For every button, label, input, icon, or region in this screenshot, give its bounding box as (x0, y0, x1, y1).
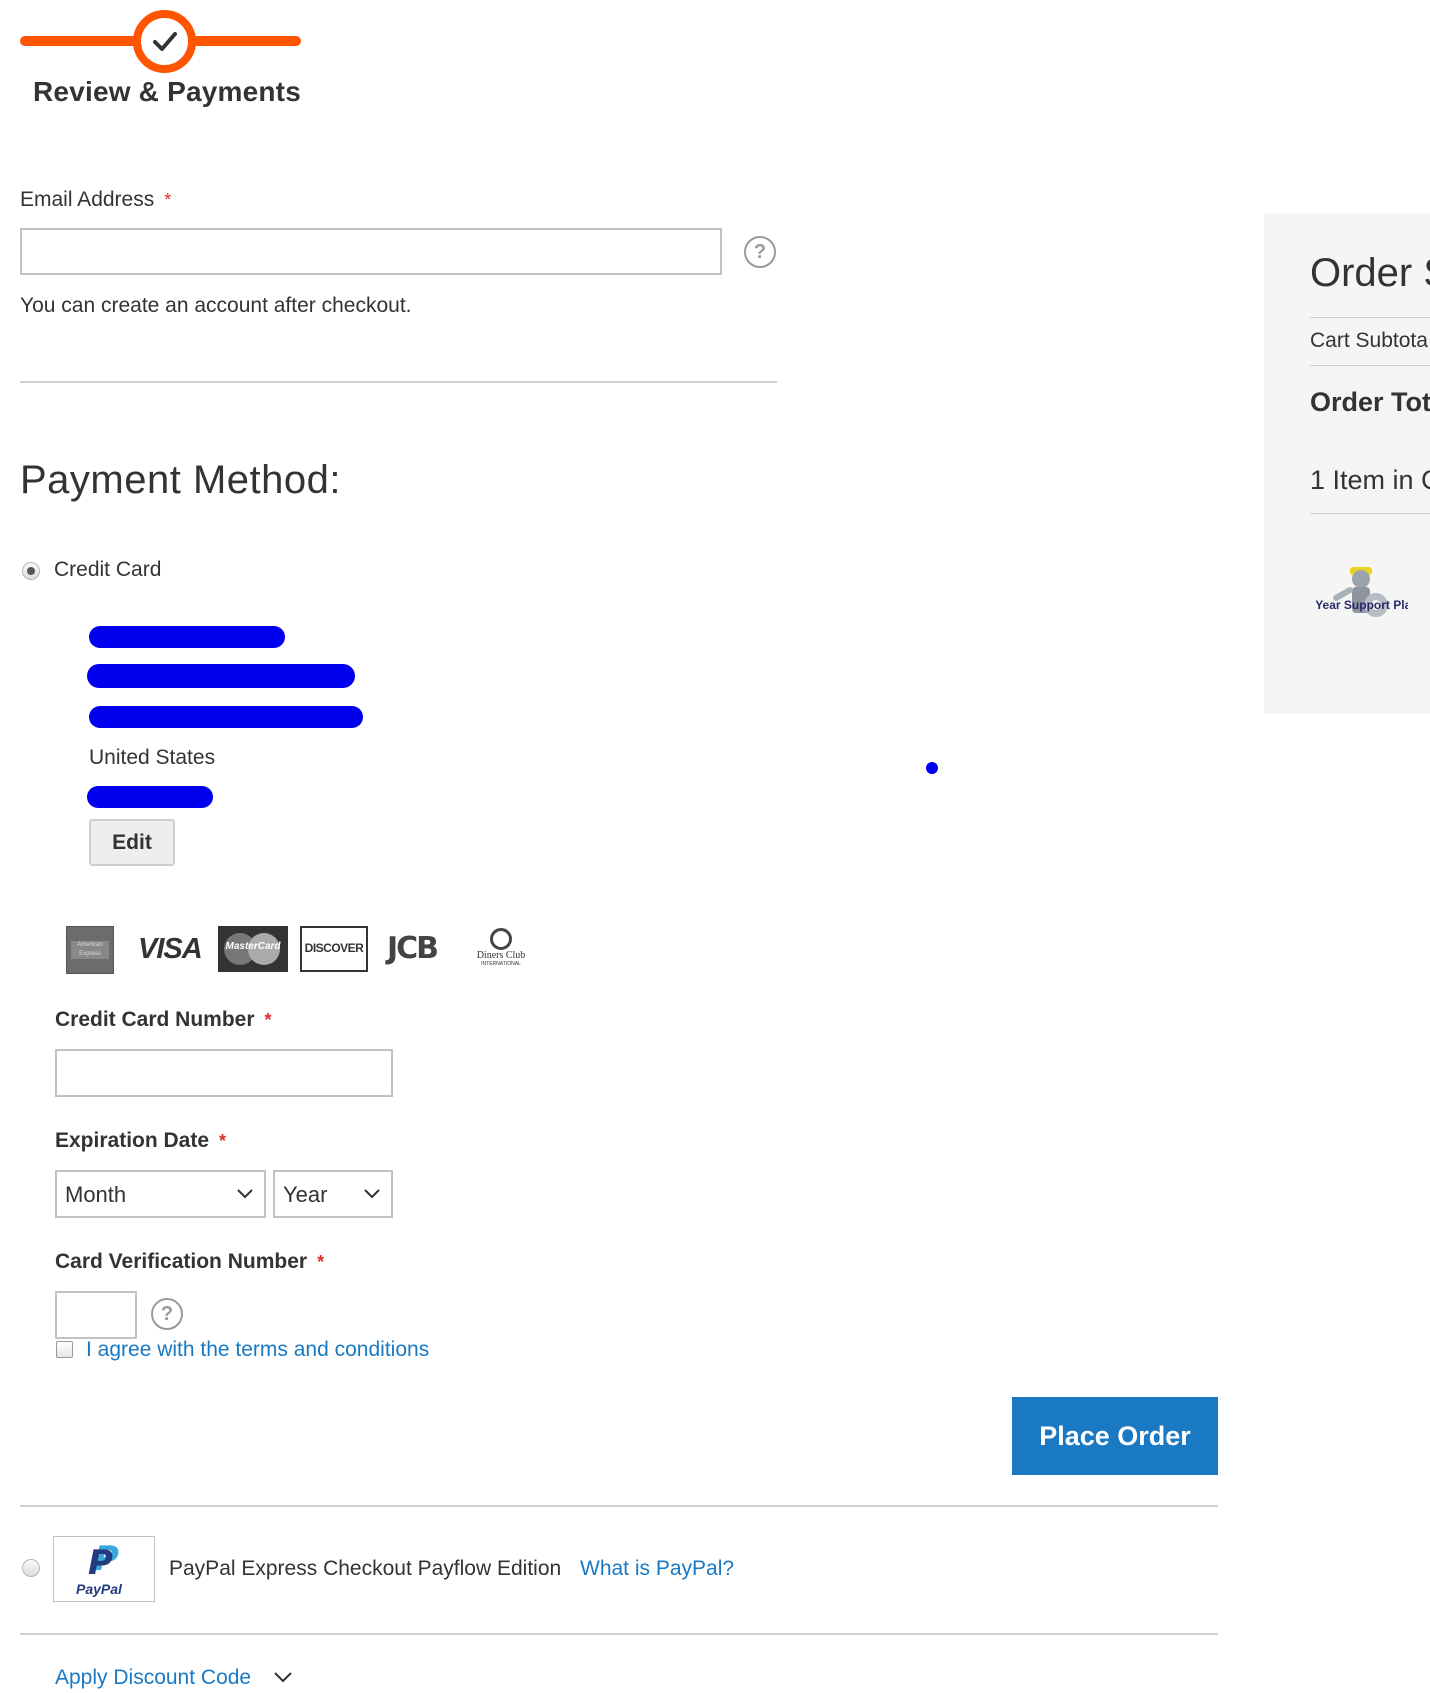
help-icon[interactable]: ? (744, 236, 776, 268)
email-field[interactable] (20, 228, 722, 275)
checkmark-icon (153, 32, 177, 51)
cvv-label: Card Verification Number * (55, 1250, 325, 1273)
what-is-paypal-link[interactable]: What is PayPal? (580, 1557, 734, 1581)
dot-marker (926, 762, 938, 774)
credit-card-label[interactable]: Credit Card (54, 558, 161, 582)
divider (1310, 365, 1430, 366)
credit-card-radio[interactable] (22, 562, 40, 580)
required-mark: * (219, 1131, 227, 1151)
redacted-address-line (87, 664, 355, 688)
required-mark: * (317, 1252, 325, 1272)
visa-logo: VISA (138, 933, 203, 965)
chevron-down-icon (237, 1189, 253, 1199)
jcb-logo: JCB (387, 931, 439, 966)
order-total-label: Order Tot (1310, 387, 1430, 417)
expiration-month-select[interactable]: Month (55, 1170, 266, 1218)
paypal-radio[interactable] (22, 1559, 40, 1577)
account-note: You can create an account after checkout… (20, 294, 412, 317)
section-divider (20, 1505, 1218, 1507)
card-number-input[interactable] (55, 1049, 393, 1097)
amex-logo-text: American Express (71, 941, 109, 959)
expiration-year-select[interactable]: Year (273, 1170, 393, 1218)
paypal-logo: PP PayPal (53, 1536, 155, 1602)
redacted-address-line (89, 706, 363, 728)
card-number-label: Credit Card Number * (55, 1008, 272, 1031)
redacted-address-line (89, 626, 285, 648)
paypal-label[interactable]: PayPal Express Checkout Payflow Edition (169, 1557, 561, 1581)
cvv-help-icon[interactable]: ? (151, 1298, 183, 1330)
section-divider (20, 381, 777, 383)
payment-method-title: Payment Method: (20, 458, 341, 502)
product-thumbnail: 2 Year Support Plan (1316, 567, 1408, 617)
order-summary: Order S Cart Subtota Order Tot 1 Item in… (1264, 213, 1430, 714)
discover-logo: DISCOVER (300, 926, 368, 972)
items-in-cart-toggle[interactable]: 1 Item in C (1310, 465, 1430, 496)
svg-text:2 Year Support Plan: 2 Year Support Plan (1316, 598, 1408, 612)
expiration-date-label: Expiration Date * (55, 1129, 227, 1152)
step-title: Review & Payments (33, 76, 301, 107)
progress-step-indicator (133, 10, 196, 73)
amex-logo: American Express (66, 926, 114, 974)
place-order-button[interactable]: Place Order (1012, 1397, 1218, 1475)
divider (1310, 513, 1430, 514)
edit-address-button[interactable]: Edit (89, 819, 175, 866)
diners-club-logo: Diners Club INTERNATIONAL (470, 926, 532, 972)
required-mark: * (164, 190, 172, 210)
chevron-down-icon (274, 1672, 292, 1683)
terms-link[interactable]: I agree with the terms and conditions (86, 1338, 429, 1362)
order-summary-title: Order S (1310, 251, 1430, 295)
mastercard-logo: MasterCard (218, 926, 288, 972)
address-country: United States (89, 746, 216, 769)
apply-discount-toggle[interactable]: Apply Discount Code (55, 1666, 293, 1690)
section-divider (20, 1633, 1218, 1635)
cvv-input[interactable] (55, 1291, 137, 1339)
redacted-phone (87, 786, 213, 808)
required-mark: * (264, 1010, 272, 1030)
chevron-down-icon (364, 1189, 380, 1199)
divider (1310, 317, 1430, 318)
email-label: Email Address * (20, 188, 172, 211)
cart-subtotal-label: Cart Subtota (1310, 329, 1428, 352)
terms-checkbox[interactable] (56, 1341, 73, 1358)
